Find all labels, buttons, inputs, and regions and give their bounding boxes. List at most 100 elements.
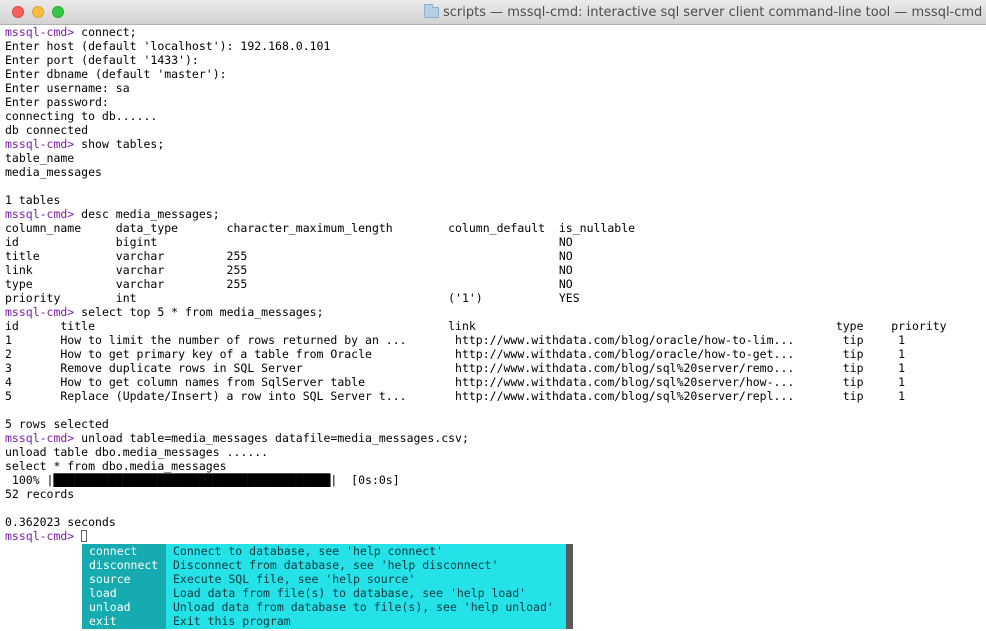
output-text: db connected [5, 123, 89, 137]
shell-prompt: mssql-cmd> [5, 25, 75, 39]
output-text: Enter dbname (default 'master'): [5, 67, 227, 81]
shell-prompt: mssql-cmd> [5, 137, 75, 151]
completion-item-description: Connect to database, see 'help connect' [173, 544, 444, 558]
output-text: Enter host (default 'localhost'): 192.16… [5, 39, 331, 53]
output-line: 4 How to get column names from SqlServer… [5, 375, 947, 389]
output-line: id bigint NO [5, 235, 947, 249]
output-text: 2 How to get primary key of a table from… [5, 347, 906, 361]
output-line: 1 tables [5, 193, 947, 207]
zoom-window-button[interactable] [52, 6, 64, 18]
output-line: Enter password: [5, 95, 947, 109]
command-text: select top 5 * from media_messages; [74, 305, 324, 319]
output-line: unload table dbo.media_messages ...... [5, 445, 947, 459]
command-text: connect; [74, 25, 137, 39]
output-line: table_name [5, 151, 947, 165]
completion-item-name: source [89, 572, 131, 586]
output-line: title varchar 255 NO [5, 249, 947, 263]
output-line: 0.362023 seconds [5, 515, 947, 529]
output-text: connecting to db...... [5, 109, 158, 123]
shell-prompt: mssql-cmd> [5, 529, 75, 543]
output-text: select * from dbo.media_messages [5, 459, 227, 473]
prompt-line: mssql-cmd> desc media_messages; [5, 207, 947, 221]
output-text: title varchar 255 NO [5, 249, 573, 263]
output-text: 3 Remove duplicate rows in SQL Server ht… [5, 361, 906, 375]
completion-menu[interactable]: connect Connect to database, see 'help co… [82, 544, 573, 629]
command-text: show tables; [74, 137, 165, 151]
output-line: id title link type priority [5, 319, 947, 333]
output-text: 0.362023 seconds [5, 515, 116, 529]
output-line: 5 rows selected [5, 417, 947, 431]
shell-prompt: mssql-cmd> [5, 207, 75, 221]
window-title-text: scripts — mssql-cmd: interactive sql ser… [443, 5, 986, 20]
window-titlebar: scripts — mssql-cmd: interactive sql ser… [0, 0, 986, 25]
output-line: 100% |██████████████████████████████████… [5, 473, 947, 487]
completion-item-load[interactable]: load Load data from file(s) to database, … [82, 586, 566, 600]
output-line: link varchar 255 NO [5, 263, 947, 277]
terminal-output: mssql-cmd> connect; Enter host (default '… [5, 25, 947, 543]
command-text: unload table=media_messages datafile=med… [74, 431, 469, 445]
output-text: 1 How to limit the number of rows return… [5, 333, 906, 347]
output-line: select * from dbo.media_messages [5, 459, 947, 473]
completion-item-connect[interactable]: connect Connect to database, see 'help co… [82, 544, 566, 558]
output-text: id title link type priority [5, 319, 947, 333]
output-text: 1 tables [5, 193, 61, 207]
output-text: column_name data_type character_maximum_… [5, 221, 636, 235]
close-window-button[interactable] [12, 6, 24, 18]
output-text: type varchar 255 NO [5, 277, 573, 291]
text-cursor [81, 530, 88, 542]
traffic-lights [12, 6, 64, 18]
output-line: db connected [5, 123, 947, 137]
completion-item-name: disconnect [89, 558, 159, 572]
output-text: Enter password: [5, 95, 109, 109]
output-text: Enter username: sa [5, 81, 130, 95]
completion-item-unload[interactable]: unload Unload data from database to file(… [82, 600, 566, 614]
output-line: priority int ('1') YES [5, 291, 947, 305]
output-line: column_name data_type character_maximum_… [5, 221, 947, 235]
output-text: table_name [5, 151, 75, 165]
output-line: Enter dbname (default 'master'): [5, 67, 947, 81]
completion-menu-scrollbar[interactable] [566, 544, 573, 629]
output-line: 5 Replace (Update/Insert) a row into SQL… [5, 389, 947, 403]
output-text: media_messages [5, 165, 102, 179]
completion-item-disconnect[interactable]: disconnect Disconnect from database, see … [82, 558, 566, 572]
prompt-line: mssql-cmd> connect; [5, 25, 947, 39]
output-line: 3 Remove duplicate rows in SQL Server ht… [5, 361, 947, 375]
completion-item-name: connect [89, 544, 138, 558]
completion-item-exit[interactable]: exit Exit this program [82, 614, 566, 628]
output-text: unload table dbo.media_messages ...... [5, 445, 269, 459]
window-title: scripts — mssql-cmd: interactive sql ser… [424, 4, 986, 20]
prompt-line: mssql-cmd> select top 5 * from media_mes… [5, 305, 947, 319]
folder-icon [424, 4, 439, 18]
output-line: 1 How to limit the number of rows return… [5, 333, 947, 347]
completion-item-description: Load data from file(s) to database, see … [173, 586, 527, 600]
output-line: Enter port (default '1433'): [5, 53, 947, 67]
completion-item-name: exit [89, 614, 117, 628]
output-text: 100% |██████████████████████████████████… [5, 473, 400, 487]
output-line: type varchar 255 NO [5, 277, 947, 291]
output-text: link varchar 255 NO [5, 263, 573, 277]
command-text: desc media_messages; [74, 207, 220, 221]
completion-item-description: Disconnect from database, see 'help disc… [173, 558, 499, 572]
output-line: 52 records [5, 487, 947, 501]
output-line: media_messages [5, 165, 947, 179]
prompt-line: mssql-cmd> unload table=media_messages d… [5, 431, 947, 445]
completion-item-description: Exit this program [173, 614, 291, 628]
shell-prompt: mssql-cmd> [5, 305, 75, 319]
completion-item-name: load [89, 586, 117, 600]
output-line: Enter username: sa [5, 81, 947, 95]
completion-item-source[interactable]: source Execute SQL file, see 'help source… [82, 572, 566, 586]
output-line: 2 How to get primary key of a table from… [5, 347, 947, 361]
output-line: Enter host (default 'localhost'): 192.16… [5, 39, 947, 53]
output-text: id bigint NO [5, 235, 573, 249]
output-text: 4 How to get column names from SqlServer… [5, 375, 906, 389]
prompt-line: mssql-cmd> show tables; [5, 137, 947, 151]
completion-item-description: Unload data from database to file(s), se… [173, 600, 554, 614]
shell-prompt: mssql-cmd> [5, 431, 75, 445]
completion-item-description: Execute SQL file, see 'help source' [173, 572, 416, 586]
output-text: 52 records [5, 487, 75, 501]
terminal-content[interactable]: mssql-cmd> connect; Enter host (default '… [0, 25, 986, 631]
minimize-window-button[interactable] [32, 6, 44, 18]
output-text: 5 rows selected [5, 417, 109, 431]
